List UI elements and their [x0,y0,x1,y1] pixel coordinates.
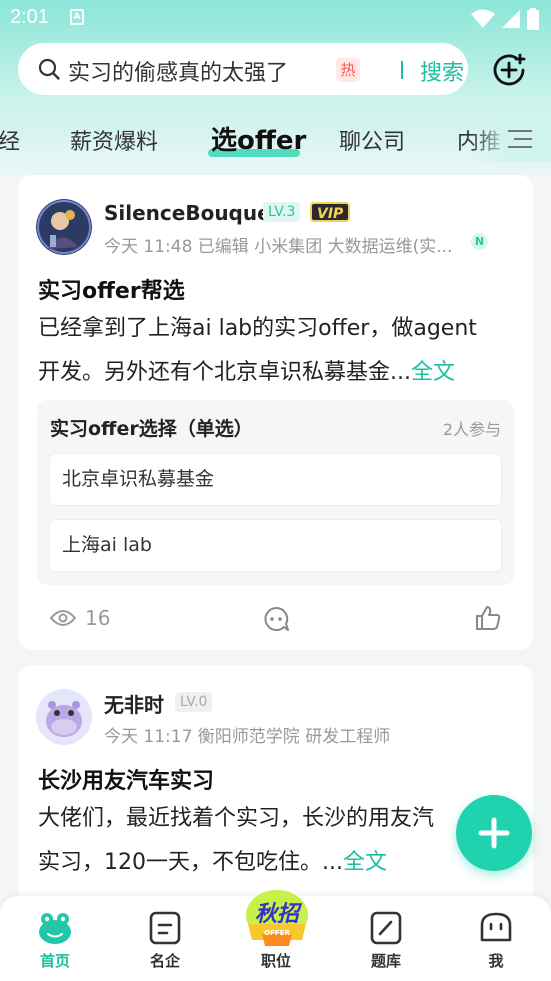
nav-question-bank[interactable]: 题库 [346,896,426,981]
n-badge: N [471,233,488,250]
add-post-icon[interactable] [490,51,528,89]
view-count: 16 [49,606,110,630]
nav-label: 我 [488,952,504,970]
signal-icon [502,10,520,28]
poll-title: 实习offer选择（单选） [50,418,253,440]
search-button[interactable]: 搜索 [420,55,464,87]
level-badge: LV.3 [263,202,301,222]
poll: 实习offer选择（单选） 2人参与 北京卓识私募基金 上海ai lab [37,400,514,585]
status-icons [471,8,539,30]
battery-icon [527,8,539,30]
post-card[interactable]: SilenceBouquet LV.3 VIP 今天 11:48 已编辑 小米集… [18,175,533,650]
nav-me[interactable]: 我 [456,896,536,981]
wifi-icon [471,9,495,28]
post-body-line: 大佬们，最近找着个实习，长沙的用友汽 [38,806,435,831]
view-count-value: 16 [85,606,111,630]
frog-home-icon [39,913,71,944]
post-author[interactable]: 无非时 [104,689,164,718]
avatar[interactable] [36,689,92,745]
avatar[interactable] [36,199,92,255]
tab-experience[interactable]: 经 [0,124,20,156]
eye-icon [49,610,77,626]
post-body-line: 开发。另外还有个北京卓识私募基金...全文 [38,360,455,385]
tab-salary[interactable]: 薪资爆料 [70,124,158,156]
category-tabs: 经 薪资爆料 选offer 聊公司 内推 [0,118,551,162]
tab-menu-icon[interactable] [508,128,532,150]
search-input[interactable]: 实习的偷感真的太强了 [68,55,288,87]
hippo-avatar-image [36,689,92,745]
status-time: 2:01 [10,6,49,28]
nav-label: 题库 [370,952,401,970]
post-body: 已经拿到了上海ai lab的实习offer，做agent 开发。另外还有个北京卓… [38,307,518,395]
tab-company-chat[interactable]: 聊公司 [339,124,405,156]
full-text-link[interactable]: 全文 [343,850,387,875]
nav-label: 职位 [260,952,291,970]
like-icon[interactable] [474,604,502,632]
status-bar: 2:01 A [0,0,551,36]
promo-text: 秋招 [254,902,299,927]
search-bar[interactable]: 实习的偷感真的太强了 热 搜索 [18,43,468,95]
hot-badge: 热 [336,58,360,82]
avatar-image [36,199,92,255]
post-body-line: 已经拿到了上海ai lab的实习offer，做agent [38,316,477,341]
nav-label: 首页 [39,952,70,970]
comment-icon[interactable] [262,605,290,633]
question-bank-icon [370,911,402,945]
full-text-link[interactable]: 全文 [411,360,455,385]
poll-option[interactable]: 上海ai lab [49,519,502,572]
post-meta: 今天 11:48 已编辑 小米集团 大数据运维(实... [104,237,453,257]
post-body-line: 实习，120一天，不包吃住。...全文 [38,850,387,875]
profile-face-icon [480,912,512,942]
plus-icon [478,817,510,849]
nav-home[interactable]: 首页 [15,896,95,981]
notification-icon: A [70,9,84,25]
nav-companies[interactable]: 名企 [125,896,205,981]
post-body: 大佬们，最近找着个实习，长沙的用友汽 实习，120一天，不包吃住。...全文 [38,797,518,885]
tab-choose-offer[interactable]: 选offer [211,120,306,157]
nav-label: 名企 [149,952,180,970]
post-actions: 16 [18,600,533,640]
company-icon [149,911,181,945]
poll-participants: 2人参与 [442,420,501,439]
post-meta: 今天 11:17 衡阳师范学院 研发工程师 [104,727,391,747]
search-icon [38,58,60,80]
post-author[interactable]: SilenceBouquet [104,201,280,225]
create-post-button[interactable] [456,795,532,871]
promo-ribbon: OFFER [264,929,290,937]
autumn-recruit-promo-icon[interactable]: 秋招 OFFER [242,888,312,950]
post-title: 长沙用友汽车实习 [38,769,215,794]
poll-option[interactable]: 北京卓识私募基金 [49,453,502,506]
post-title: 实习offer帮选 [38,279,185,304]
vip-badge: VIP [310,202,351,222]
level-badge: LV.0 [175,692,213,712]
search-divider [401,61,403,79]
